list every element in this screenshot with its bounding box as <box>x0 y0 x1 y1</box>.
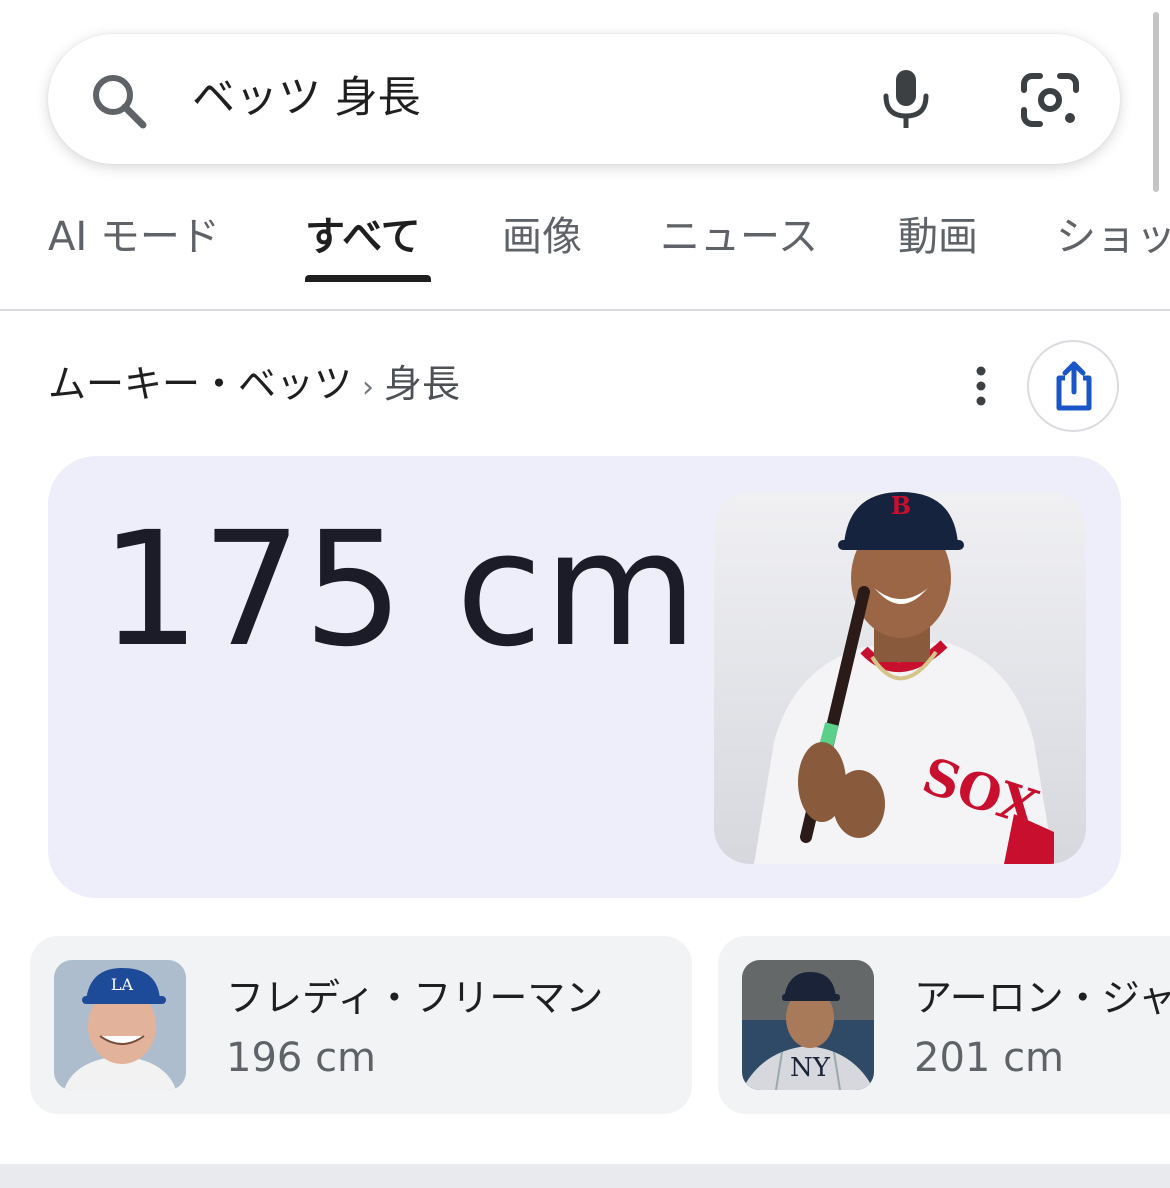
player-thumbnail: LA <box>54 960 186 1090</box>
related-player-card[interactable]: NY アーロン・ジャ 201 cm <box>718 936 1170 1114</box>
thumbnail-illustration: LA <box>54 960 186 1090</box>
tab-videos[interactable]: 動画 <box>898 212 978 262</box>
related-player-card[interactable]: LA フレディ・フリーマン 196 cm <box>30 936 692 1114</box>
more-options-icon[interactable] <box>966 362 996 412</box>
tab-news[interactable]: ニュース <box>660 212 818 262</box>
search-tabs: AI モード すべて 画像 ニュース 動画 ショッ <box>0 200 1170 310</box>
height-answer-card: 175 cm B SOX <box>48 456 1121 898</box>
player-illustration: B SOX <box>714 492 1086 864</box>
tabs-divider <box>0 309 1170 311</box>
related-player-name: フレディ・フリーマン <box>226 976 604 1020</box>
breadcrumb-entity[interactable]: ムーキー・ベッツ <box>48 362 352 406</box>
share-icon <box>1056 361 1092 411</box>
search-icon[interactable] <box>88 70 150 132</box>
tab-ai-mode[interactable]: AI モード <box>48 212 220 262</box>
breadcrumb-separator: › <box>362 370 375 405</box>
search-input[interactable]: ベッツ 身長 <box>192 66 421 130</box>
tab-images[interactable]: 画像 <box>502 212 582 262</box>
svg-text:LA: LA <box>111 975 134 994</box>
scrollbar[interactable] <box>1153 12 1159 192</box>
player-photo[interactable]: B SOX <box>714 492 1086 864</box>
svg-text:NY: NY <box>790 1053 831 1083</box>
breadcrumb: ムーキー・ベッツ › 身長 <box>48 358 460 414</box>
related-player-height: 201 cm <box>914 1035 1065 1081</box>
breadcrumb-attribute: 身長 <box>384 362 461 406</box>
thumbnail-illustration: NY <box>742 960 874 1090</box>
google-lens-icon[interactable] <box>1018 70 1082 130</box>
tab-shopping[interactable]: ショッ <box>1056 212 1170 262</box>
player-thumbnail: NY <box>742 960 874 1090</box>
microphone-icon[interactable] <box>878 66 934 132</box>
section-divider <box>0 1164 1170 1188</box>
tab-all[interactable]: すべて <box>305 212 421 262</box>
related-player-height: 196 cm <box>226 1035 377 1081</box>
svg-text:B: B <box>891 492 911 520</box>
height-value: 175 cm <box>100 498 699 682</box>
share-button[interactable] <box>1027 340 1119 432</box>
active-tab-indicator <box>305 275 431 282</box>
related-player-name: アーロン・ジャ <box>914 976 1170 1020</box>
